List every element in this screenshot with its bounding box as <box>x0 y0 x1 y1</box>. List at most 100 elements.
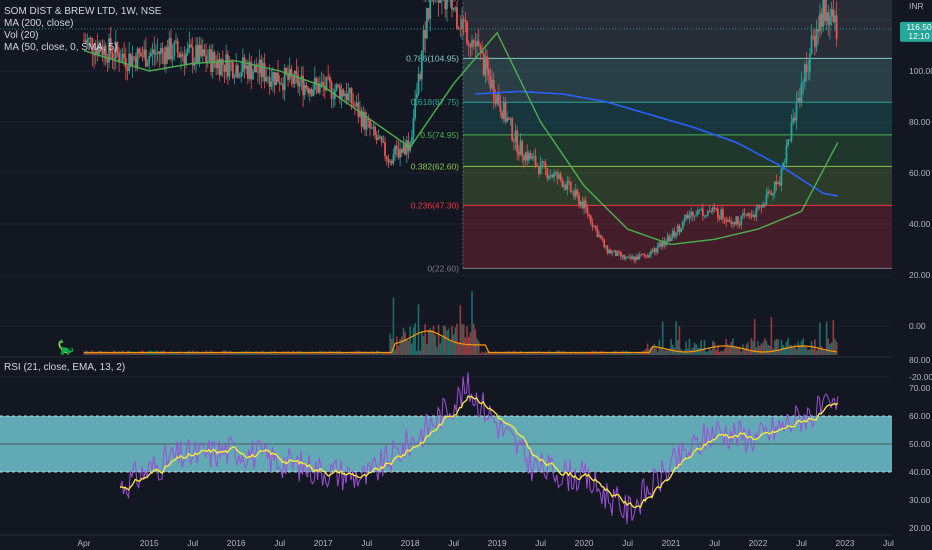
volume-bar <box>722 351 724 355</box>
candle-body <box>720 209 723 220</box>
volume-bar <box>104 353 107 355</box>
candle-body <box>385 156 388 159</box>
volume-bar <box>539 353 542 355</box>
volume-bar <box>446 330 448 355</box>
volume-bar <box>88 352 90 355</box>
candle-body <box>529 153 532 159</box>
candle-body <box>328 77 331 82</box>
candle-body <box>320 82 323 84</box>
candle-body <box>640 254 642 256</box>
candle-body <box>225 54 228 72</box>
volume-bar <box>770 317 773 355</box>
fib-level-label: 0.5(74.95) <box>420 130 459 140</box>
volume-bar <box>523 353 525 355</box>
volume-bar <box>462 324 465 355</box>
volume-bar <box>389 333 391 355</box>
candle-body <box>295 70 298 75</box>
candle-body <box>327 76 330 78</box>
candle-body <box>618 251 621 253</box>
volume-bar <box>518 353 520 355</box>
candle-body <box>514 130 517 142</box>
volume-bar <box>747 342 749 355</box>
volume-bar <box>185 352 187 355</box>
candle-body <box>352 103 355 106</box>
fib-level-label: 0.786(104.95) <box>406 53 459 63</box>
candle-body <box>241 57 244 72</box>
volume-bar <box>484 351 487 355</box>
candle-body <box>462 19 465 21</box>
chart-canvas[interactable]: 1.618(192.10)1(128.35)0.786(104.95)0.618… <box>0 0 932 550</box>
candle-body <box>728 219 731 222</box>
rsi-axis-label: 20.00 <box>909 523 931 533</box>
price-axis-label: 100.00 <box>909 66 932 76</box>
candle-body <box>777 182 779 185</box>
volume-bar <box>695 344 697 355</box>
volume-bar <box>666 350 669 355</box>
candle-body <box>635 256 637 261</box>
volume-bar <box>720 350 723 355</box>
volume-bar <box>302 353 304 355</box>
candle-body <box>619 252 622 257</box>
candle-body <box>521 140 524 157</box>
candle-body <box>568 180 570 182</box>
candle-body <box>549 175 552 177</box>
candle-body <box>138 48 141 53</box>
volume-bar <box>442 325 445 355</box>
candle-body <box>621 255 624 257</box>
candle-body <box>308 89 311 94</box>
candle-body <box>522 156 525 161</box>
volume-bar <box>218 353 221 355</box>
candle-body <box>344 93 346 96</box>
candle-body <box>477 41 480 46</box>
candle-body <box>534 156 537 166</box>
candle-body <box>584 200 587 208</box>
candle-body <box>820 13 823 27</box>
candle-body <box>437 0 440 3</box>
volume-bar <box>175 353 177 355</box>
candle-body <box>88 37 90 40</box>
volume-bar <box>183 353 186 355</box>
candle-body <box>273 72 276 86</box>
candle-body <box>685 214 688 218</box>
candle-body <box>247 65 249 79</box>
time-axis-label: 2018 <box>401 538 420 548</box>
volume-bar <box>456 323 458 355</box>
candle-body <box>452 7 455 10</box>
candle-body <box>384 142 386 157</box>
volume-bar <box>407 340 410 355</box>
candle-body <box>832 9 835 23</box>
volume-bar <box>362 353 365 355</box>
candle-body <box>658 242 661 247</box>
candle-body <box>427 8 430 20</box>
candle-body <box>494 98 497 104</box>
candle-body <box>163 52 166 65</box>
volume-bar <box>688 338 691 355</box>
candle-body <box>614 250 617 256</box>
candle-body <box>375 134 378 141</box>
volume-bar <box>397 345 400 355</box>
volume-bar <box>145 353 147 355</box>
candle-body <box>543 161 545 164</box>
volume-bar <box>193 353 196 355</box>
volume-bar <box>257 353 259 355</box>
volume-bar <box>298 351 301 355</box>
volume-bar <box>277 353 279 355</box>
volume-bar <box>436 346 438 355</box>
volume-bar <box>753 319 756 355</box>
time-axis-label: 2020 <box>575 538 594 548</box>
rsi-axis-label: 50.00 <box>909 439 931 449</box>
volume-bar <box>464 337 467 355</box>
volume-bar <box>792 346 794 355</box>
volume-bar <box>327 353 329 355</box>
candle-body <box>742 213 744 216</box>
candle-body <box>365 119 368 130</box>
rsi-axis-label: 30.00 <box>909 495 931 505</box>
candle-body <box>349 88 351 93</box>
candle-body <box>126 67 129 71</box>
currency-label: INR <box>909 1 924 11</box>
candle-body <box>780 169 783 186</box>
candle-body <box>501 112 504 119</box>
candle-body <box>675 232 677 237</box>
candle-body <box>571 191 574 193</box>
candle-body <box>598 235 601 237</box>
